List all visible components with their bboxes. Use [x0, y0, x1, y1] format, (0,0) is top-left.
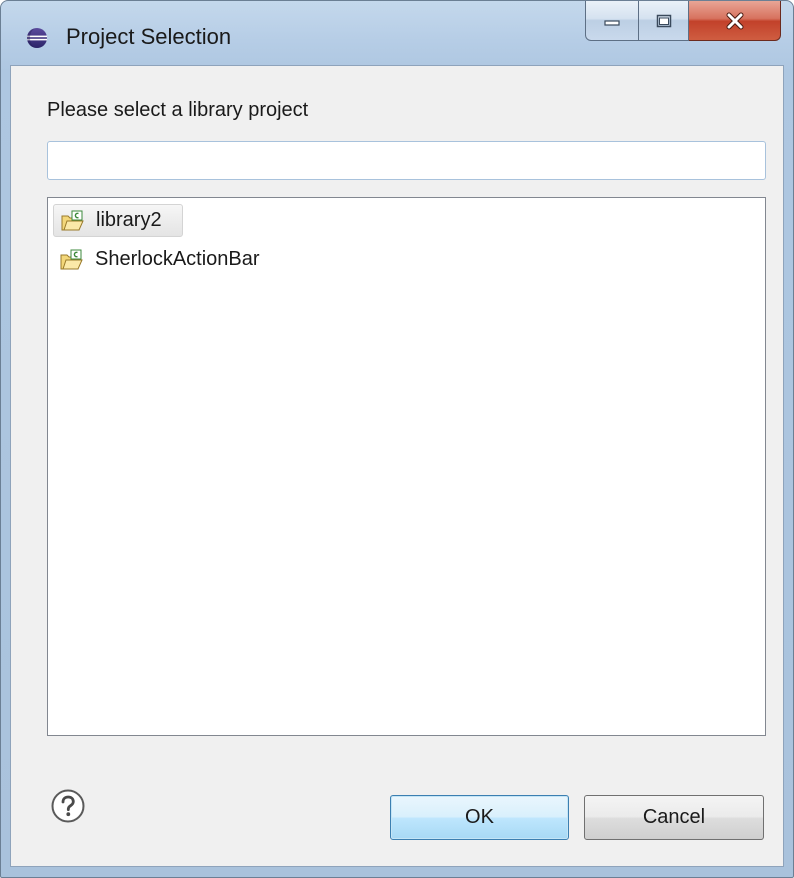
ok-button[interactable]: OK	[390, 795, 569, 840]
project-folder-icon	[60, 249, 83, 269]
cancel-button[interactable]: Cancel	[584, 795, 764, 840]
minimize-button[interactable]	[585, 1, 639, 41]
project-folder-icon	[61, 210, 84, 230]
close-button[interactable]	[689, 1, 781, 41]
list-item-library2[interactable]: library2	[53, 204, 183, 237]
eclipse-icon	[27, 28, 47, 48]
list-item-label: library2	[96, 209, 162, 231]
minimize-icon	[604, 19, 620, 26]
dialog-body: Please select a library project library2	[10, 65, 784, 867]
dialog-prompt: Please select a library project	[47, 99, 309, 121]
list-item-sherlockactionbar[interactable]: SherlockActionBar	[53, 243, 280, 276]
project-filter-input[interactable]	[47, 141, 766, 180]
caption-buttons	[585, 1, 781, 43]
title-bar[interactable]: Project Selection	[1, 1, 793, 65]
window-title: Project Selection	[66, 24, 232, 49]
maximize-icon	[656, 14, 671, 27]
list-item-label: SherlockActionBar	[95, 248, 260, 270]
maximize-button[interactable]	[639, 1, 689, 41]
close-icon	[726, 12, 743, 29]
project-selection-window: Project Selection Please select a librar…	[0, 0, 794, 878]
project-list[interactable]: library2 SherlockActionBar	[47, 197, 766, 736]
help-icon[interactable]	[51, 789, 85, 823]
